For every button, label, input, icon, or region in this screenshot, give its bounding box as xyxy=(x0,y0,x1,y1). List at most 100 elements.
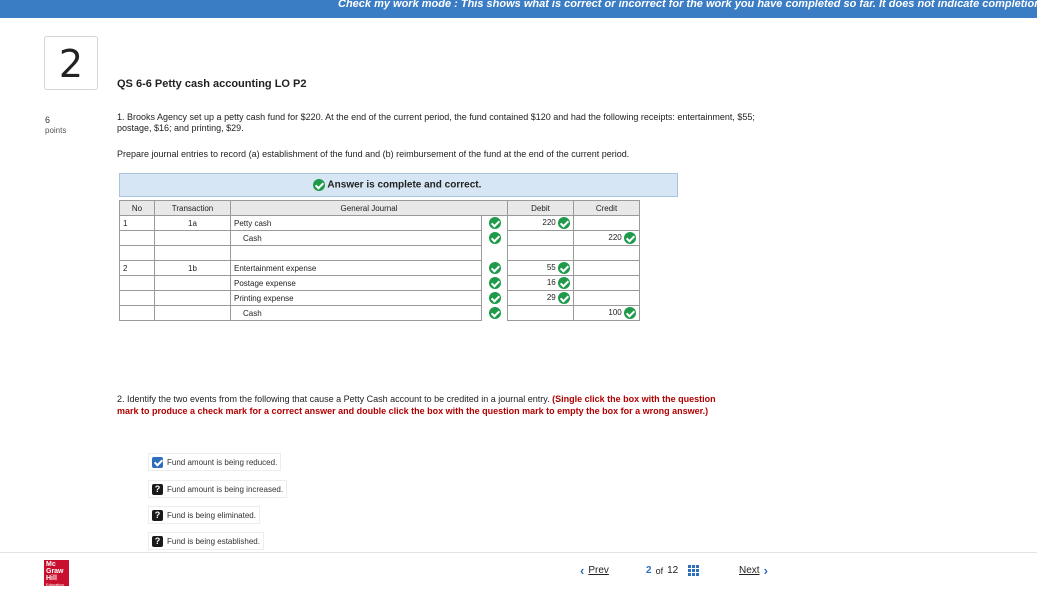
debit-value: 16 xyxy=(546,278,556,288)
header-transaction: Transaction xyxy=(154,200,231,216)
table-row: Printing expense 29 xyxy=(119,290,640,306)
credit-field[interactable] xyxy=(573,290,640,306)
correct-check-icon xyxy=(624,232,636,244)
row-no xyxy=(119,275,155,291)
account-field[interactable]: Postage expense xyxy=(230,275,482,291)
row-no xyxy=(119,230,155,246)
logo-text: Hill xyxy=(46,575,57,582)
option-label: Fund amount is being increased. xyxy=(167,484,284,494)
header-no: No xyxy=(119,200,155,216)
check-mode-bar: Check my work mode : This shows what is … xyxy=(0,0,1037,18)
checked-box-icon[interactable] xyxy=(152,456,163,468)
chevron-right-icon: › xyxy=(763,562,768,578)
part1-instruction: Prepare journal entries to record (a) es… xyxy=(117,149,630,159)
debit-field[interactable] xyxy=(507,230,574,246)
mcgraw-hill-logo: Mc Graw Hill Education xyxy=(44,560,69,587)
debit-value: 220 xyxy=(542,218,556,228)
row-no: 1 xyxy=(119,215,155,231)
table-row: Cash 220 xyxy=(119,230,640,246)
prev-button[interactable]: ‹ Prev xyxy=(580,562,613,578)
journal-header-row: No Transaction General Journal Debit Cre… xyxy=(119,200,640,216)
points-label: points xyxy=(45,126,67,135)
question-title: QS 6-6 Petty cash accounting LO P2 xyxy=(117,78,307,90)
header-credit: Credit xyxy=(573,200,640,216)
question-mark-box-icon[interactable]: ? xyxy=(152,535,163,547)
header-general-journal: General Journal xyxy=(230,200,508,216)
row-transaction xyxy=(154,290,231,306)
current-page: 2 xyxy=(646,565,652,576)
account-field[interactable]: Cash xyxy=(230,305,482,321)
account-field[interactable]: Cash xyxy=(230,230,482,246)
row-check xyxy=(482,216,508,231)
chevron-left-icon: ‹ xyxy=(580,562,585,578)
correct-check-icon xyxy=(488,217,501,230)
credit-field[interactable] xyxy=(573,260,640,276)
next-label[interactable]: Next xyxy=(739,565,760,576)
question-mark-box-icon[interactable]: ? xyxy=(152,483,163,495)
debit-field[interactable]: 55 xyxy=(507,260,574,276)
points-value: 6 xyxy=(45,115,51,125)
header-debit: Debit xyxy=(507,200,574,216)
option-label: Fund is being established. xyxy=(167,536,260,546)
account-field[interactable]: Entertainment expense xyxy=(230,260,482,276)
credit-value: 220 xyxy=(608,233,622,243)
page-of-label: of xyxy=(655,565,664,576)
option-fund-reduced[interactable]: Fund amount is being reduced. xyxy=(148,453,282,471)
debit-value: 29 xyxy=(546,293,556,303)
option-fund-eliminated[interactable]: ? Fund is being eliminated. xyxy=(148,506,260,524)
row-transaction: 1b xyxy=(154,260,231,276)
question-mark-box-icon[interactable]: ? xyxy=(152,509,163,521)
row-transaction xyxy=(154,275,231,291)
correct-check-icon xyxy=(558,277,570,289)
table-row: Postage expense 16 xyxy=(119,275,640,291)
correct-check-icon xyxy=(624,307,636,319)
table-row xyxy=(119,245,640,261)
option-fund-established[interactable]: ? Fund is being established. xyxy=(148,532,264,550)
footer-divider xyxy=(0,552,1037,553)
option-label: Fund is being eliminated. xyxy=(167,510,256,520)
credit-field[interactable] xyxy=(573,275,640,291)
correct-check-icon xyxy=(558,262,570,274)
credit-field[interactable] xyxy=(573,215,640,231)
correct-check-icon xyxy=(488,292,501,304)
credit-field[interactable]: 220 xyxy=(573,230,640,246)
next-button[interactable]: Next › xyxy=(735,562,768,578)
answer-status-banner: Answer is complete and correct. xyxy=(119,173,678,197)
question-number: 2 xyxy=(44,36,98,90)
correct-check-icon xyxy=(488,277,501,289)
row-check xyxy=(482,261,508,276)
part2-text: 2. Identify the two events from the foll… xyxy=(117,394,550,404)
row-no: 2 xyxy=(119,260,155,276)
correct-check-icon xyxy=(558,217,570,229)
correct-check-icon xyxy=(488,232,501,244)
grid-menu-icon[interactable] xyxy=(688,565,700,576)
option-label: Fund amount is being reduced. xyxy=(167,457,278,467)
logo-text: Graw xyxy=(46,568,64,575)
total-pages: 12 xyxy=(667,565,679,576)
credit-value: 100 xyxy=(608,308,622,318)
row-transaction xyxy=(154,230,231,246)
option-fund-increased[interactable]: ? Fund amount is being increased. xyxy=(148,480,288,498)
logo-text: Education xyxy=(46,582,64,587)
prev-label[interactable]: Prev xyxy=(588,565,609,576)
debit-field[interactable]: 220 xyxy=(507,215,574,231)
answer-status-text: Answer is complete and correct. xyxy=(327,179,482,191)
credit-field[interactable]: 100 xyxy=(573,305,640,321)
table-row: 1 1a Petty cash 220 xyxy=(119,215,640,231)
debit-value: 55 xyxy=(546,263,556,273)
debit-field[interactable]: 16 xyxy=(507,275,574,291)
row-transaction xyxy=(154,305,231,321)
debit-field[interactable]: 29 xyxy=(507,290,574,306)
answer-status: Answer is complete and correct. xyxy=(313,179,481,191)
correct-check-icon xyxy=(313,179,325,191)
row-check xyxy=(482,291,508,306)
logo-text: Mc xyxy=(46,561,56,568)
correct-check-icon xyxy=(488,262,501,274)
debit-field[interactable] xyxy=(507,305,574,321)
row-transaction: 1a xyxy=(154,215,231,231)
account-field[interactable]: Petty cash xyxy=(230,215,482,231)
row-no xyxy=(119,305,155,321)
account-field[interactable]: Printing expense xyxy=(230,290,482,306)
row-check xyxy=(482,306,508,321)
page-indicator[interactable]: 2 of 12 xyxy=(646,565,700,576)
